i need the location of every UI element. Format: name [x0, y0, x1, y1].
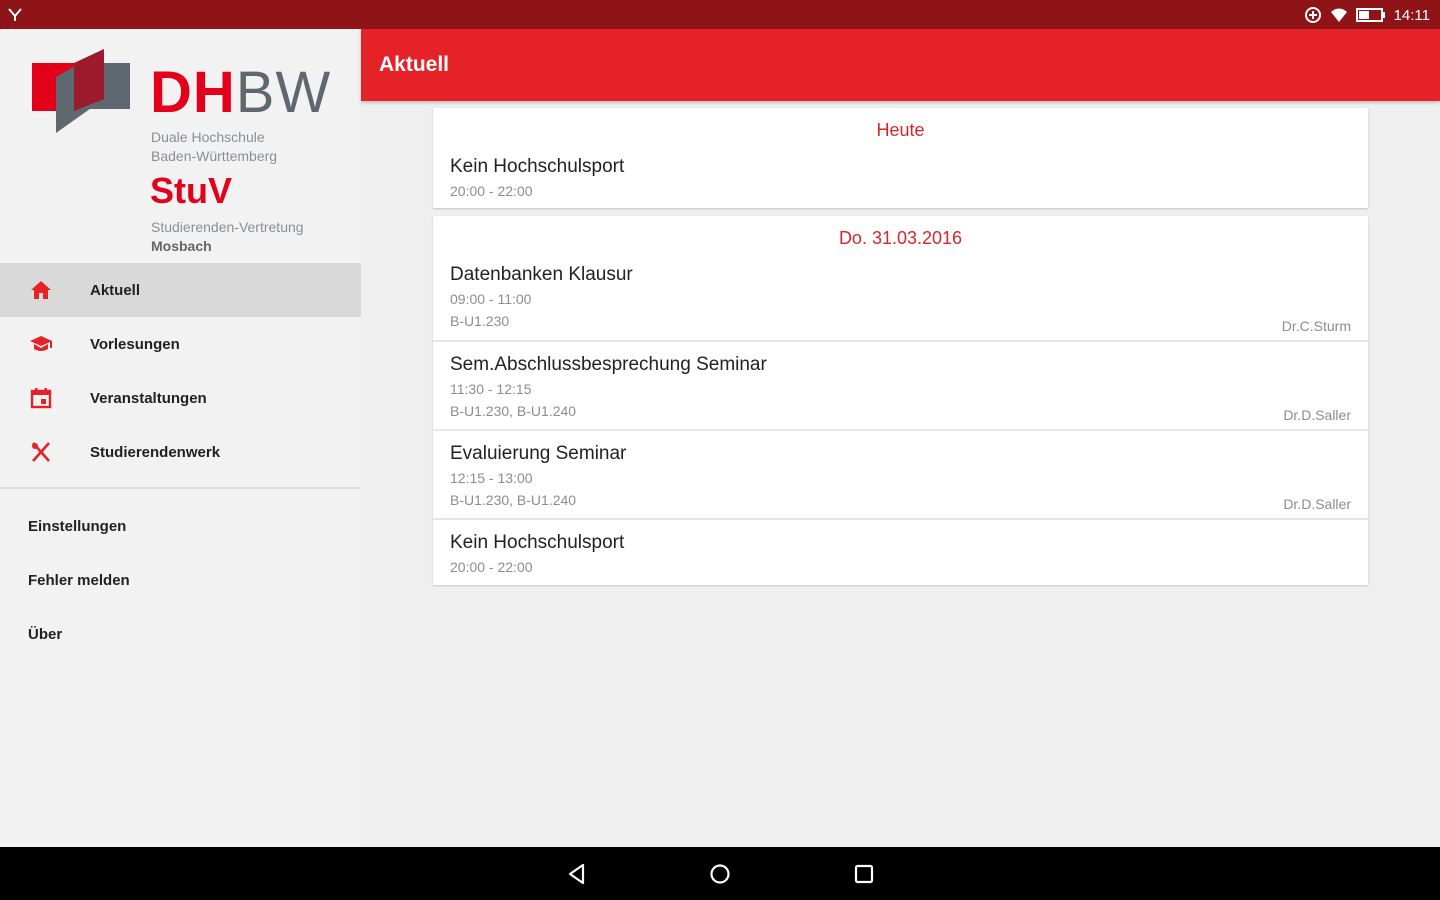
event-lecturer: Dr.D.Saller — [1283, 407, 1351, 423]
status-bar: 14:11 — [0, 0, 1440, 29]
download-notification-icon — [8, 8, 22, 21]
event-time: 09:00 - 11:00 — [450, 291, 532, 307]
event-item[interactable]: Kein Hochschulsport 20:00 - 22:00 — [433, 152, 1368, 208]
home-circle-icon[interactable] — [707, 861, 733, 887]
event-item[interactable]: Kein Hochschulsport 20:00 - 22:00 — [433, 518, 1368, 585]
navigation-drawer: DHBW Duale Hochschule Baden-Württemberg … — [0, 29, 361, 847]
event-item[interactable]: Evaluierung Seminar 12:15 - 13:00 B-U1.2… — [433, 429, 1368, 518]
data-saver-icon — [1304, 7, 1321, 23]
drawer-divider — [0, 487, 361, 489]
day-heading: Heute — [876, 120, 925, 140]
wifi-icon — [1330, 8, 1347, 22]
dhbw-stuv-logo: DHBW Duale Hochschule Baden-Württemberg … — [30, 39, 340, 269]
event-lecturer: Dr.C.Sturm — [1281, 318, 1351, 334]
stuv-wordmark: StuV — [150, 170, 233, 211]
drawer-item-label: Studierendenwerk — [90, 443, 221, 461]
day-heading: Do. 31.03.2016 — [838, 228, 963, 248]
system-nav-bar — [0, 847, 1440, 900]
drawer-item-label: Vorlesungen — [90, 335, 180, 353]
event-title: Sem.Abschlussbesprechung Seminar — [450, 354, 767, 375]
drawer-nav: Aktuell Vorlesungen Veranstaltungen Stud… — [0, 263, 361, 479]
event-room: B-U1.230, B-U1.240 — [450, 403, 577, 419]
drawer-secondary-nav: Einstellungen Fehler melden Über — [0, 499, 361, 661]
back-icon[interactable] — [564, 861, 590, 887]
graduation-cap-icon — [30, 336, 52, 351]
dhbw-wordmark: DHBW — [150, 60, 332, 125]
event-title: Kein Hochschulsport — [450, 532, 625, 553]
dhbw-logo-mark-icon — [32, 49, 130, 133]
drawer-item-veranstaltungen[interactable]: Veranstaltungen — [0, 371, 361, 425]
event-lecturer: Dr.D.Saller — [1283, 496, 1351, 512]
drawer-item-studierendenwerk[interactable]: Studierendenwerk — [0, 425, 361, 479]
page-title: Aktuell — [379, 53, 450, 76]
schedule-list: Heute Kein Hochschulsport 20:00 - 22:00 … — [433, 108, 1368, 593]
event-time: 20:00 - 22:00 — [450, 559, 533, 575]
logo-subtitle: Duale Hochschule Baden-Württemberg — [151, 129, 278, 164]
day-card: Heute Kein Hochschulsport 20:00 - 22:00 — [433, 108, 1368, 208]
stuv-subtitle: Studierenden-Vertretung — [151, 219, 304, 235]
recents-icon[interactable] — [851, 861, 877, 887]
drawer-item-label: Aktuell — [90, 281, 141, 299]
event-item[interactable]: Datenbanken Klausur 09:00 - 11:00 B-U1.2… — [433, 260, 1368, 340]
event-room: B-U1.230, B-U1.240 — [450, 492, 577, 508]
calendar-icon — [30, 388, 52, 409]
battery-icon — [1355, 8, 1385, 22]
event-room: B-U1.230 — [450, 313, 510, 329]
cutlery-icon — [32, 442, 50, 462]
event-title: Kein Hochschulsport — [450, 156, 625, 177]
home-icon — [31, 281, 51, 299]
event-item[interactable]: Sem.Abschlussbesprechung Seminar 11:30 -… — [433, 340, 1368, 429]
drawer-item-vorlesungen[interactable]: Vorlesungen — [0, 317, 361, 371]
drawer-item-einstellungen[interactable]: Einstellungen — [0, 499, 361, 553]
app-bar: Aktuell — [361, 29, 1440, 101]
drawer-item-aktuell[interactable]: Aktuell — [0, 263, 361, 317]
drawer-item-fehler-melden[interactable]: Fehler melden — [0, 553, 361, 607]
event-time: 20:00 - 22:00 — [450, 183, 533, 199]
event-time: 12:15 - 13:00 — [450, 470, 533, 486]
event-title: Datenbanken Klausur — [450, 264, 633, 285]
event-time: 11:30 - 12:15 — [450, 381, 532, 397]
event-title: Evaluierung Seminar — [450, 443, 627, 464]
day-card: Do. 31.03.2016 Datenbanken Klausur 09:00… — [433, 216, 1368, 585]
drawer-item-label: Veranstaltungen — [90, 389, 207, 407]
drawer-item-ueber[interactable]: Über — [0, 607, 361, 661]
status-time: 14:11 — [1393, 6, 1430, 24]
stuv-location: Mosbach — [151, 238, 212, 254]
